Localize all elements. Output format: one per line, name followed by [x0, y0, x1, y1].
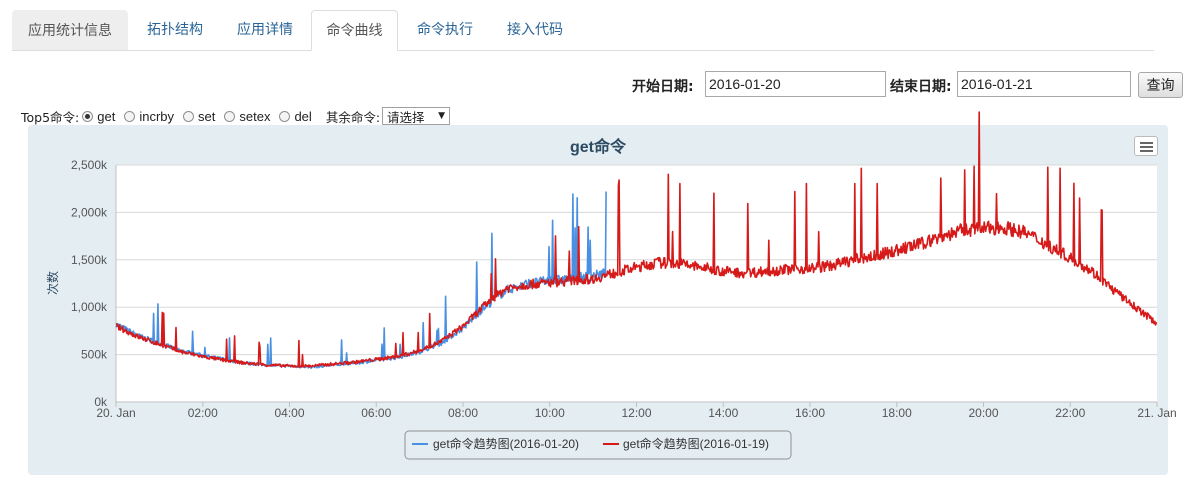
tab-command-execute[interactable]: 命令执行: [400, 10, 490, 50]
radio-incrby-label: incrby: [139, 108, 175, 124]
other-commands-label: 其余命令:: [325, 109, 381, 125]
radio-get[interactable]: [82, 110, 94, 122]
other-commands-select[interactable]: 请选择 ▼: [382, 107, 451, 125]
command-selector: Top5命令: get incrby set setex del 其余命令: 请…: [21, 106, 451, 126]
tab-topology[interactable]: 拓扑结构: [130, 10, 220, 50]
radio-setex[interactable]: [224, 110, 236, 122]
radio-del[interactable]: [279, 110, 291, 122]
top5-label: Top5命令:: [21, 109, 80, 125]
radio-incrby[interactable]: [124, 110, 136, 122]
other-commands-select-value: 请选择: [387, 109, 425, 125]
radio-set-label: set: [198, 108, 216, 124]
tab-app-details[interactable]: 应用详情: [220, 10, 310, 50]
start-date-label: 开始日期:: [632, 79, 694, 95]
tab-command-curve[interactable]: 命令曲线: [311, 10, 398, 51]
radio-get-label: get: [97, 108, 116, 124]
tab-bar: 应用统计信息 拓扑结构 应用详情 命令曲线 命令执行 接入代码: [12, 10, 1154, 51]
radio-del-label: del: [294, 108, 312, 124]
radio-setex-label: setex: [239, 108, 271, 124]
chart-container: [28, 125, 1168, 475]
radio-set[interactable]: [183, 110, 195, 122]
dropdown-arrow-icon: ▼: [438, 111, 446, 121]
tab-app-stats[interactable]: 应用统计信息: [12, 10, 128, 50]
start-date-input[interactable]: [705, 71, 886, 97]
hamburger-menu-icon[interactable]: [1134, 136, 1158, 156]
end-date-input[interactable]: [957, 71, 1131, 97]
tab-access-code[interactable]: 接入代码: [490, 10, 580, 50]
end-date-label: 结束日期:: [890, 79, 952, 95]
query-button[interactable]: 查询: [1138, 72, 1183, 98]
